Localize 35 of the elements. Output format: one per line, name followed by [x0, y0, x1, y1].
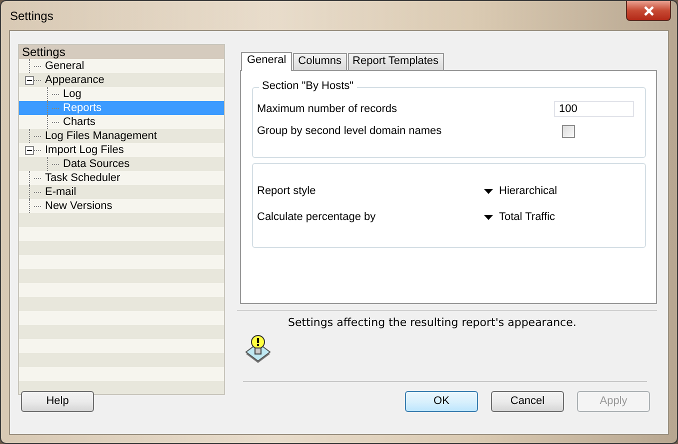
tree-item[interactable]: Log Files Management: [43, 129, 159, 143]
help-button[interactable]: Help: [21, 390, 94, 412]
description-text: Settings affecting the resulting report's appearance.: [288, 316, 576, 330]
window-title: Settings: [10, 9, 54, 23]
tree-item[interactable]: Import Log Files: [43, 143, 126, 157]
checkbox-label: Group by second level domain names: [257, 125, 442, 137]
checkbox[interactable]: [562, 124, 575, 138]
tree-item[interactable]: Data Sources: [61, 157, 132, 171]
tree-item[interactable]: New Versions: [43, 199, 114, 213]
input-field[interactable]: 100: [554, 101, 634, 117]
dropdown-arrow-icon: [484, 188, 493, 194]
collapse-icon[interactable]: [25, 146, 34, 154]
dropdown[interactable]: Hierarchical: [484, 185, 634, 197]
lightbulb-icon: [244, 334, 272, 364]
tree-item[interactable]: Task Scheduler: [43, 171, 122, 185]
field-label: Maximum number of records: [257, 103, 397, 115]
close-button[interactable]: [626, 1, 671, 21]
dropdown-arrow-icon: [484, 214, 493, 220]
tree-item[interactable]: E-mail: [43, 185, 78, 199]
tree-item[interactable]: Charts: [61, 115, 98, 129]
tree-item[interactable]: Log: [61, 87, 84, 101]
option-label: Calculate percentage by: [257, 211, 376, 223]
dropdown[interactable]: Total Traffic: [484, 211, 634, 223]
tree-item[interactable]: Appearance: [43, 73, 106, 87]
collapse-icon[interactable]: [25, 76, 34, 84]
close-icon: [642, 4, 656, 16]
option-label: Report style: [257, 185, 316, 197]
tree-root-item[interactable]: Settings: [19, 45, 224, 59]
tree-item[interactable]: General: [43, 59, 86, 73]
group-title: Section "By Hosts": [259, 80, 357, 92]
tab[interactable]: Report Templates: [348, 53, 444, 70]
tab[interactable]: Columns: [293, 53, 347, 70]
tab[interactable]: General: [241, 52, 292, 71]
dialog-button[interactable]: Cancel: [491, 390, 564, 412]
dialog-button[interactable]: OK: [405, 390, 478, 412]
